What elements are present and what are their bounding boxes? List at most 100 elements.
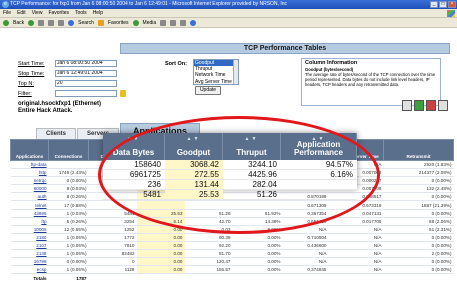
sort-on-select[interactable]: Goodput Thruput Network Time Avg Server … [193,59,239,85]
table-cell: 51.92% [232,209,283,218]
table-cell: 0.00% [232,241,283,251]
sort-arrows-icon: ▲▼ [311,136,326,142]
entire-link[interactable]: Entire Hack Attack. [18,108,72,114]
table-row: ftp 5 (0.26%) 3254 6.14 42.70 14.38% 0.651450 0… [10,217,454,226]
table-cell: 0.671309 [282,200,329,210]
application-link[interactable]: ecsp [10,265,49,275]
table-cell: 0.00% [232,249,283,259]
sort-arrows-icon: ▲▼ [126,136,141,142]
refresh-icon[interactable] [48,19,55,26]
table-cell [184,200,233,210]
menu-file[interactable]: File [3,10,11,16]
application-link[interactable]: ftp [10,217,49,226]
table-cell: 0.00% [232,265,283,275]
table-cell: 1887 (21.39%) [383,200,454,210]
application-link[interactable]: ftp-data [10,160,49,170]
application-link[interactable]: telnet [10,200,49,210]
magnified-cell: 236 [103,180,165,190]
back-arrow-icon[interactable] [3,19,9,26]
magnified-cell [281,190,357,200]
col-retransmit[interactable]: Retransmit [383,139,454,161]
menu-view[interactable]: View [32,10,43,16]
mag-col-thruput: ▲▼ Thruput [223,133,281,160]
back-button[interactable]: Back [13,20,24,26]
application-link[interactable]: 10005 [10,225,49,234]
print-icon[interactable] [180,19,187,26]
table-cell: 0.03 [184,225,233,234]
column-info-text: The average rate of bytes/second of the … [305,72,436,87]
stop-icon[interactable] [38,19,45,26]
menu-edit[interactable]: Edit [17,10,26,16]
table-cell: 0.374845 [282,265,329,275]
table-cell: 2920 (1.83%) [383,160,454,170]
table-cell: N/A [328,233,384,242]
window-titlebar: e TCP Performance: for fxp1 from Jan 6 0… [0,0,457,9]
totals-label: Totals [33,275,47,281]
col-applications[interactable]: Applications [10,139,49,161]
table-row: ecsp 1 (0.05%) 1128 0.00 155.57 0.00% 0.374845… [10,265,454,275]
filter-icon[interactable] [120,90,126,97]
table-cell: N/A [282,249,329,259]
application-link[interactable]: 2138 [10,249,49,259]
table-cell: 0 (0.00%) [383,265,454,275]
application-link[interactable]: 16798 [10,257,49,267]
history-icon[interactable] [160,19,167,26]
col-connections[interactable]: Connections [48,139,89,161]
email-icon[interactable] [438,100,448,111]
forward-arrow-icon[interactable] [28,19,35,26]
table-cell: 0 (0.00%) [383,192,454,202]
media-icon[interactable] [132,19,139,26]
export-icon[interactable] [414,100,424,111]
application-link[interactable]: 43695 [10,209,49,218]
table-cell: 0.673319 [328,200,384,210]
sort-option-avg-server-time[interactable]: Avg Server Time [194,79,238,84]
application-link[interactable]: auth [10,192,49,202]
sort-arrows-icon: ▲▼ [244,136,259,142]
media-button[interactable]: Media [143,20,157,26]
minimize-button[interactable]: _ [430,1,438,8]
filter-input[interactable] [55,90,117,97]
table-cell: 0.047131 [328,209,384,218]
edit-icon[interactable] [190,19,197,26]
table-cell: 0 (0.00%) [48,176,89,186]
application-link[interactable]: http [10,168,49,178]
table-row: telnet 17 (0.88%) 0.671309 0.673319 1887 (21… [10,200,454,210]
table-cell: 1746 (2.43%) [48,168,89,178]
menu-favorites[interactable]: Favorites [48,10,69,16]
menu-tools[interactable]: Tools [75,10,87,16]
close-button[interactable]: × [448,1,456,8]
table-cell: 120.47 [184,257,233,267]
start-time-input[interactable]: Jan 6 08:00:50 2004 [55,60,117,67]
pdf-icon[interactable] [426,100,436,111]
favorites-button[interactable]: Favorites [108,20,129,26]
magnified-cell: 25.53 [165,190,223,200]
mail-icon[interactable] [170,19,177,26]
print-icon[interactable] [402,100,412,111]
search-button[interactable]: Search [78,20,94,26]
tab-clients[interactable]: Clients [36,128,77,139]
application-link[interactable]: 60000 [10,184,49,194]
menu-help[interactable]: Help [93,10,103,16]
application-link[interactable]: 2107 [10,241,49,251]
search-icon[interactable] [68,19,75,26]
application-link[interactable]: netrqc [10,176,49,186]
update-button[interactable]: Update [195,86,221,95]
totals-connections: 1787 [76,275,87,281]
mag-col-application-performance: ▲▼ Application Performance [281,133,357,160]
favorites-star-icon[interactable] [97,19,104,26]
maximize-button[interactable]: □ [439,1,447,8]
table-cell: 3254 [88,217,137,226]
application-link[interactable]: 2180 [10,233,49,242]
table-cell: 0.00% [232,257,283,267]
top-n-input[interactable]: 20 [55,80,117,87]
sort-on-label: Sort On: [165,61,187,67]
sort-list-scrollbar[interactable] [233,60,238,84]
table-cell: 8.06% [232,225,283,234]
table-cell: 68 (2.06%) [383,217,454,226]
home-icon[interactable] [58,19,65,26]
totals-row: Totals 1787 [11,274,454,282]
table-cell: 0.00 [136,257,185,267]
table-cell: 0 (0.00%) [383,209,454,218]
stop-time-input[interactable]: Jan 6 12:49:01 2004 [55,70,117,77]
column-information-panel: Column Information Goodput (bytes/second… [301,58,441,106]
